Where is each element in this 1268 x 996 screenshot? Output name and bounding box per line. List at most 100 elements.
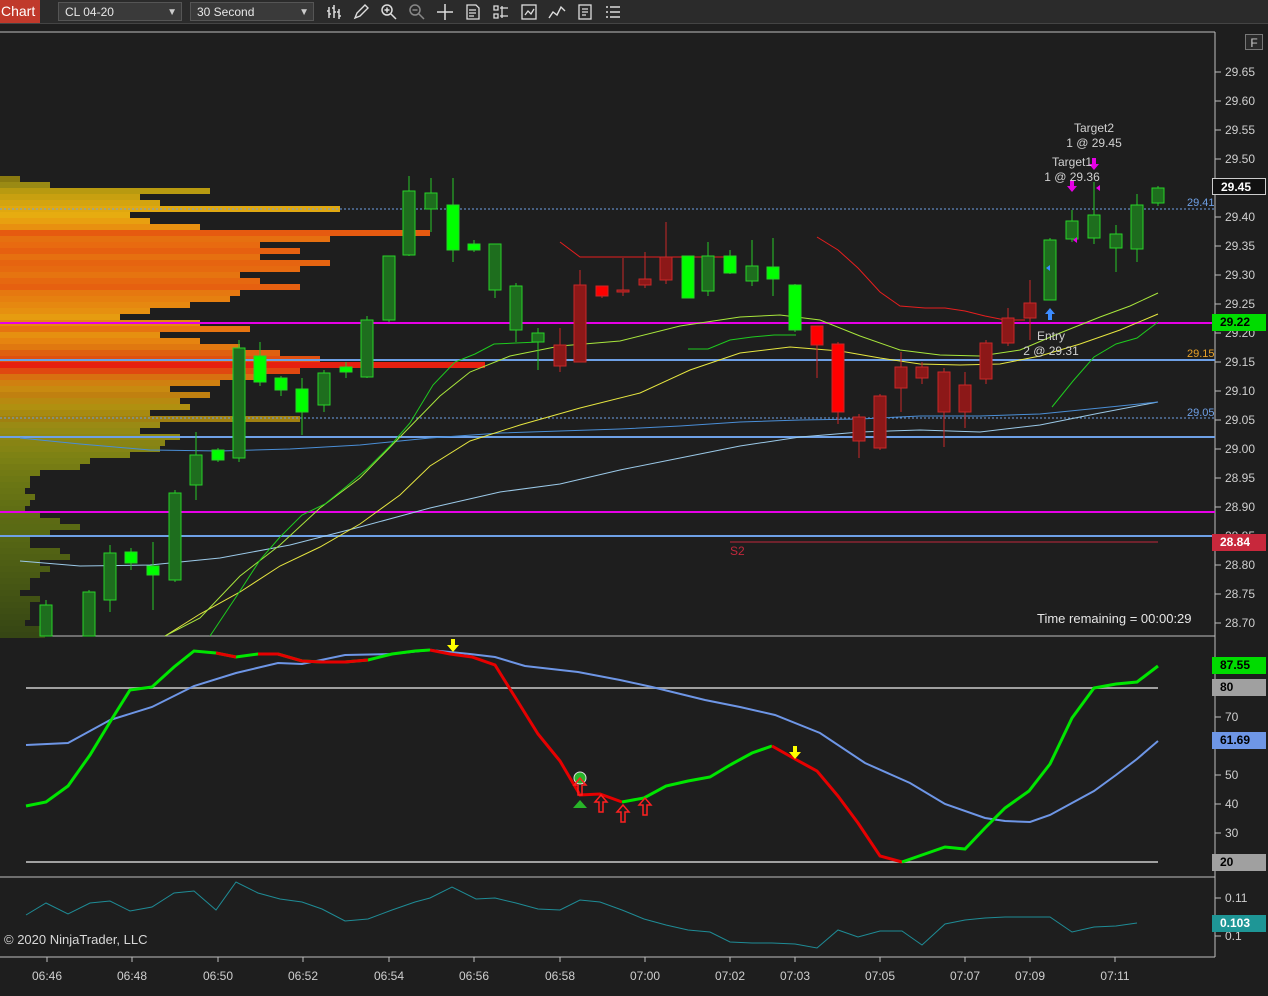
- candle-body: [274, 377, 288, 391]
- candle-body: [146, 565, 160, 576]
- price-tick-label: 29.30: [1225, 268, 1255, 282]
- osc-tick-label: 40: [1225, 797, 1239, 811]
- candle-body: [531, 332, 545, 343]
- candle-body: [873, 395, 887, 449]
- volume-profile-bar: [0, 452, 130, 458]
- time-tick-label: 06:56: [459, 969, 489, 983]
- candle-body: [1087, 214, 1101, 239]
- candle-body: [1023, 302, 1037, 319]
- target1-name: Target1: [1052, 155, 1092, 169]
- volume-profile-bar: [0, 578, 30, 584]
- osc-level-20-tag: 20: [1212, 854, 1266, 871]
- time-tick-label: 07:11: [1100, 969, 1129, 983]
- osc-green-value-tag: 87.55: [1212, 657, 1266, 674]
- candle-body: [189, 454, 203, 486]
- volume-profile-bar: [0, 548, 60, 554]
- time-tick-label: 06:48: [117, 969, 147, 983]
- volume-profile-bar: [0, 518, 60, 524]
- price-chart[interactable]: Target2 1 @ 29.45 Target1 1 @ 29.36 Entr…: [0, 24, 1268, 996]
- zoom-in-icon[interactable]: [380, 3, 398, 21]
- volume-profile-bar: [0, 398, 180, 404]
- lower-value-tag: 0.103: [1212, 915, 1266, 932]
- candle-body: [573, 284, 587, 363]
- list-icon[interactable]: [604, 3, 622, 21]
- time-tick-label: 07:05: [865, 969, 895, 983]
- candle-body: [638, 278, 652, 286]
- data-box-icon[interactable]: [464, 3, 482, 21]
- chart-tab[interactable]: Chart: [0, 0, 40, 23]
- time-tick-label: 06:54: [374, 969, 404, 983]
- target2-name: Target2: [1074, 121, 1114, 135]
- price-tick-label: 29.60: [1225, 94, 1255, 108]
- interval-selector[interactable]: 30 Second ▼: [190, 2, 314, 21]
- chevron-down-icon: ▼: [167, 7, 177, 18]
- volume-profile-bar: [0, 374, 260, 380]
- volume-profile-bar: [0, 410, 150, 416]
- volume-profile-bar: [0, 566, 50, 572]
- level-29-22-tag: 29.22: [1212, 314, 1266, 331]
- price-tick-label: 28.75: [1225, 587, 1255, 601]
- candle-body: [852, 416, 866, 442]
- f-button[interactable]: F: [1245, 34, 1263, 50]
- volume-profile-bar: [0, 560, 40, 566]
- candle-body: [339, 366, 353, 373]
- price-tick-label: 29.15: [1225, 355, 1255, 369]
- candle-body: [958, 384, 972, 413]
- volume-profile-bar: [0, 482, 30, 488]
- pencil-icon[interactable]: [352, 3, 370, 21]
- entry-qty: 2 @ 29.31: [1023, 344, 1079, 358]
- target2-qty: 1 @ 29.45: [1066, 136, 1122, 150]
- volume-profile-bar: [0, 266, 300, 272]
- properties-icon[interactable]: [492, 3, 510, 21]
- volume-profile-bar: [0, 260, 330, 266]
- crosshair-icon[interactable]: [436, 3, 454, 21]
- time-tick-label: 07:03: [780, 969, 810, 983]
- volume-profile-bar: [0, 248, 300, 254]
- candle-body: [810, 325, 824, 346]
- volume-profile-bar: [0, 524, 80, 530]
- volume-profile-bar: [0, 458, 90, 464]
- level-28-84-tag: 28.84: [1212, 534, 1266, 551]
- volume-profile-bar: [0, 212, 130, 218]
- candle-body: [723, 255, 737, 274]
- templates-icon[interactable]: [576, 3, 594, 21]
- candle-body: [595, 285, 609, 297]
- volume-profile-bar: [0, 218, 150, 224]
- candle-body: [616, 289, 630, 293]
- volume-profile-bar: [0, 572, 40, 578]
- candle-body: [788, 284, 802, 331]
- candle-body: [915, 366, 929, 379]
- volume-profile-bar: [0, 488, 25, 494]
- chevron-down-icon: ▼: [299, 7, 309, 18]
- time-tick-label: 06:50: [203, 969, 233, 983]
- candle-body: [103, 552, 117, 601]
- instrument-selector[interactable]: CL 04-20 ▼: [58, 2, 182, 21]
- price-tick-label: 29.25: [1225, 297, 1255, 311]
- candle-body: [253, 355, 267, 383]
- candle-body: [232, 347, 246, 459]
- volume-profile-bar: [0, 296, 230, 302]
- candle-body: [553, 344, 567, 367]
- price-tick-label: 29.35: [1225, 239, 1255, 253]
- strategies-icon[interactable]: [520, 3, 538, 21]
- volume-profile-bar: [0, 584, 30, 590]
- price-tick-label: 29.65: [1225, 65, 1255, 79]
- volume-profile-bar: [0, 200, 160, 206]
- time-tick-label: 06:52: [288, 969, 318, 983]
- candle-body: [979, 342, 993, 380]
- indicators-icon[interactable]: [548, 3, 566, 21]
- price-tick-label: 28.70: [1225, 616, 1255, 630]
- volume-profile-bar: [0, 242, 260, 248]
- lower-tick-label: 0.11: [1225, 891, 1248, 905]
- bars-type-icon[interactable]: [326, 3, 344, 21]
- volume-profile-bar: [0, 416, 300, 422]
- osc-tick-label: 50: [1225, 768, 1239, 782]
- volume-profile-bar: [0, 302, 190, 308]
- candle-body: [1001, 317, 1015, 344]
- candle-body: [745, 265, 759, 282]
- zoom-out-icon[interactable]: [408, 3, 426, 21]
- price-tick-label: 29.50: [1225, 152, 1255, 166]
- volume-profile-bar: [0, 596, 40, 602]
- volume-profile-bar: [0, 542, 30, 548]
- volume-profile-bar: [0, 494, 35, 500]
